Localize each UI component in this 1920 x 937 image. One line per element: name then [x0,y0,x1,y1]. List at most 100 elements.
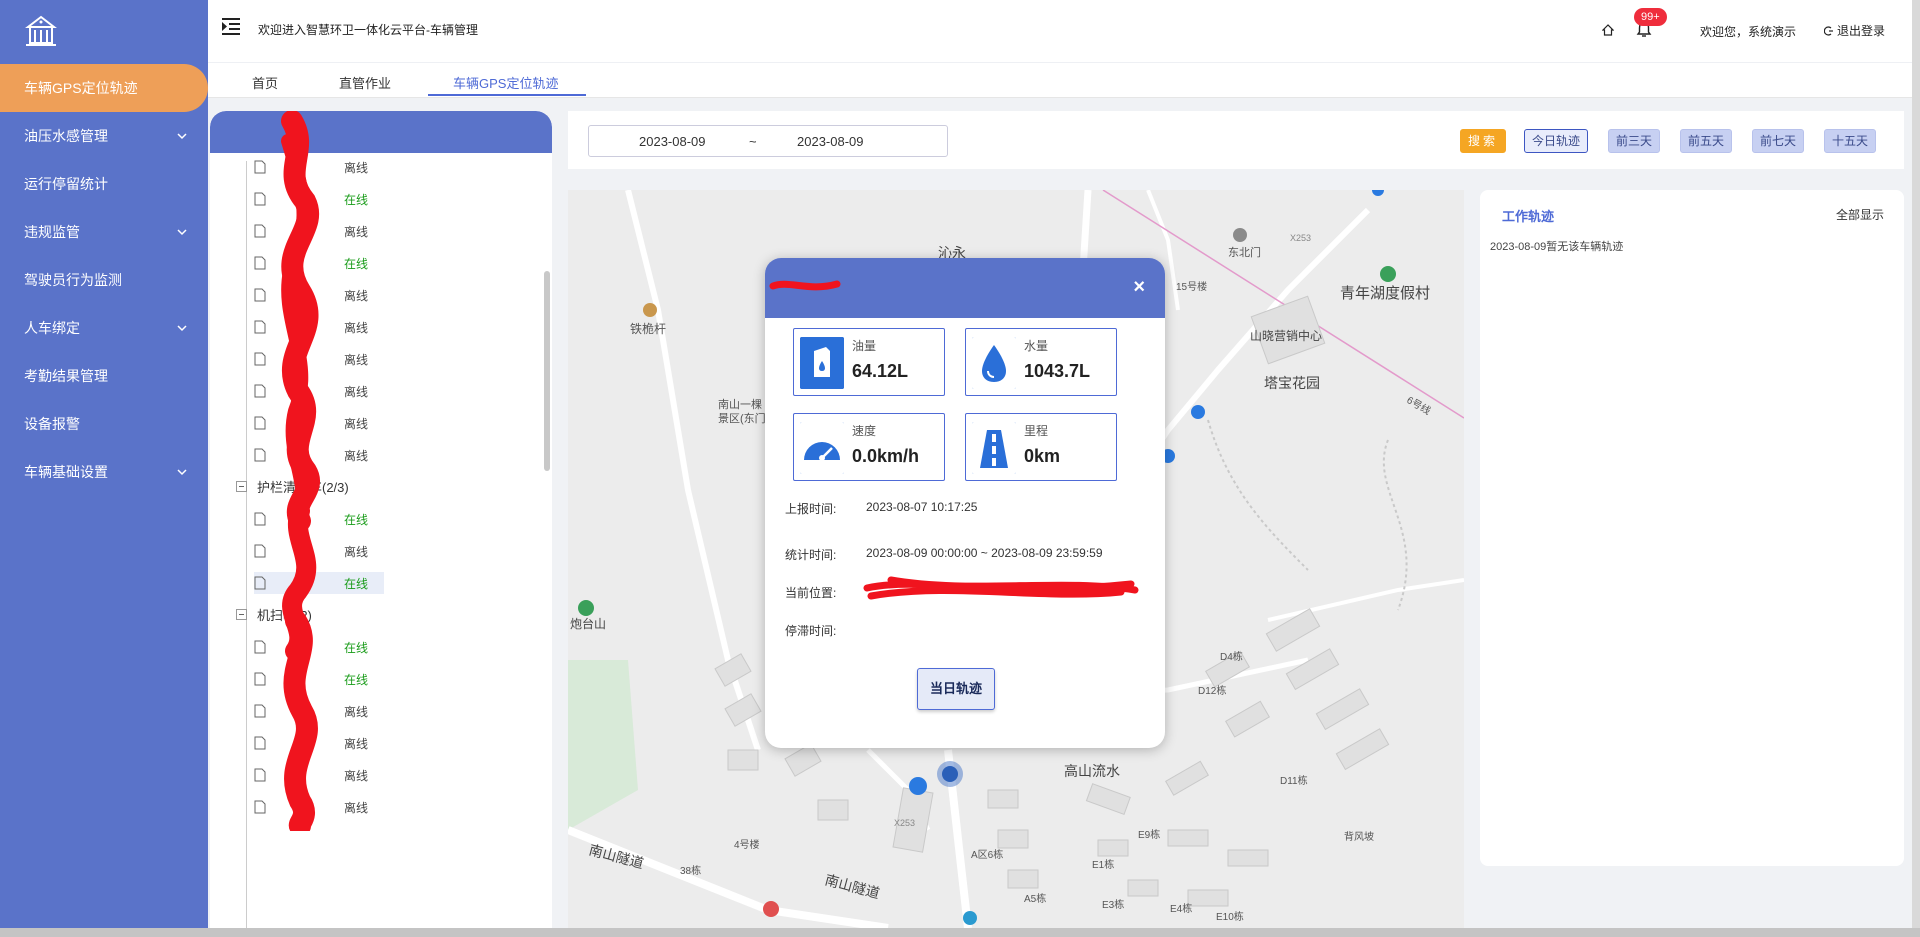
sidebar-item-7[interactable]: 设备报警 [0,400,208,448]
water-label: 水量 [1024,339,1049,353]
show-all-button[interactable]: 全部显示 [1836,206,1884,223]
map-label: 4号楼 [734,838,760,851]
sidebar-item-5[interactable]: 人车绑定 [0,304,208,352]
file-icon [254,704,266,718]
close-icon[interactable]: × [1133,276,1145,299]
notification-badge[interactable]: 99+ [1634,8,1667,26]
map-label: E1栋 [1092,858,1114,871]
prev-7-days-button[interactable]: 前七天 [1752,129,1805,153]
welcome-text: 欢迎您，系统演示 [1700,25,1797,39]
header: 欢迎进入智慧环卫一体化云平台-车辆管理 99+ 欢迎您，系统演示 退出登录 [208,0,1912,60]
sidebar: 车辆GPS定位轨迹 油压水感管理运行停留统计 违规监管 驾驶员行为监测 人车绑定考勤结果… [0,0,208,928]
logout-label: 退出登录 [1837,24,1886,38]
date-start[interactable]: 2023-08-09 [639,134,706,149]
map-label: X253 [1290,233,1311,243]
sidebar-item-8[interactable]: 车辆基础设置 [0,448,208,496]
prev-5-days-button[interactable]: 前五天 [1680,129,1733,153]
map-label: 南山一棵 [718,397,762,411]
menu-collapse-icon[interactable] [220,16,242,36]
redaction-scribble [281,111,320,831]
vehicle-status: 离线 [344,160,369,175]
file-icon [254,288,266,302]
vehicle-status: 离线 [344,704,369,719]
chevron-down-icon [177,469,187,476]
tree-scrollbar[interactable] [544,271,550,471]
map-label: A5栋 [1024,892,1046,905]
sidebar-item-label: 车辆GPS定位轨迹 [24,80,138,96]
sidebar-item-0[interactable]: 车辆GPS定位轨迹 [0,64,208,112]
logout-button[interactable]: 退出登录 [1824,22,1885,39]
water-value: 1043.7L [1024,361,1091,381]
sidebar-item-4[interactable]: 驾驶员行为监测 [0,256,208,304]
horizontal-scrollbar[interactable] [0,928,1920,937]
sidebar-item-label: 油压水感管理 [24,128,108,144]
date-end[interactable]: 2023-08-09 [797,134,864,149]
sidebar-item-3[interactable]: 违规监管 [0,208,208,256]
vehicle-status: 在线 [344,512,369,527]
map-label: 背风坡 [1344,830,1374,843]
file-icon [254,192,266,206]
logo-icon [25,15,57,46]
work-track-title: 工作轨迹 [1502,209,1555,224]
date-range-picker[interactable]: 2023-08-09 ~ 2023-08-09 [588,125,948,157]
vehicle-status: 离线 [344,448,369,463]
report-time-label: 上报时间: [785,502,837,516]
map-label: D12栋 [1198,684,1226,697]
speed-value: 0.0km/h [852,446,920,466]
tab-home[interactable]: 首页 [252,73,278,92]
chevron-down-icon [177,229,187,236]
file-icon [254,160,266,174]
speed-card: 速度 0.0km/h [793,413,945,481]
day-track-button[interactable]: 当日轨迹 [917,668,995,710]
speedometer-icon [800,422,844,474]
vehicle-status: 离线 [344,736,369,751]
file-icon [254,224,266,238]
sidebar-item-1[interactable]: 油压水感管理 [0,112,208,160]
tree-guide-line [246,161,247,928]
no-track-message: 2023-08-09暂无该车辆轨迹 [1490,241,1624,253]
redaction-scribble [769,280,841,291]
oil-card: 油量 64.12L [793,328,945,396]
home-icon[interactable] [1602,24,1614,36]
map-label: 山晓营销中心 [1250,328,1322,343]
vehicle-status: 离线 [344,416,369,431]
tab-direct-ops[interactable]: 直管作业 [339,73,391,92]
water-drop-icon [972,337,1016,389]
road-icon [972,422,1016,474]
mileage-card: 里程 0km [965,413,1117,481]
mileage-value: 0km [1024,446,1061,466]
file-icon [254,736,266,750]
sidebar-item-2[interactable]: 运行停留统计 [0,160,208,208]
file-icon [254,352,266,366]
file-icon [254,512,266,526]
tab-gps-track[interactable]: 车辆GPS定位轨迹 [453,73,558,92]
vehicle-tree-header [210,111,552,153]
prev-15-days-button[interactable]: 十五天 [1824,129,1877,153]
sidebar-item-label: 考勤结果管理 [24,368,108,384]
vehicle-status: 离线 [344,768,369,783]
date-search-bar: 2023-08-09 ~ 2023-08-09 搜索 今日轨迹 前三天 前五天 … [568,111,1904,169]
search-button[interactable]: 搜索 [1460,129,1507,153]
vehicle-status: 离线 [344,352,369,367]
date-separator: ~ [749,133,757,149]
file-icon [254,576,266,590]
collapse-icon[interactable] [236,480,247,492]
tab-active-underline [428,94,586,96]
map-label: 景区(东门 [718,411,766,425]
map-label: 15号楼 [1176,280,1207,293]
popup-header: × [765,258,1165,318]
file-icon [254,256,266,270]
prev-3-days-button[interactable]: 前三天 [1608,129,1661,153]
sidebar-item-6[interactable]: 考勤结果管理 [0,352,208,400]
file-icon [254,544,266,558]
speed-label: 速度 [852,424,877,438]
today-track-button[interactable]: 今日轨迹 [1524,129,1589,153]
redaction-scribble [863,576,1139,600]
water-card: 水量 1043.7L [965,328,1117,396]
report-time-value: 2023-08-07 10:17:25 [866,500,978,514]
stat-time-value: 2023-08-09 00:00:00 ~ 2023-08-09 23:59:5… [866,546,1103,560]
collapse-icon[interactable] [236,608,247,620]
file-icon [254,640,266,654]
vehicle-status: 离线 [344,384,369,399]
logout-icon [1824,25,1833,36]
